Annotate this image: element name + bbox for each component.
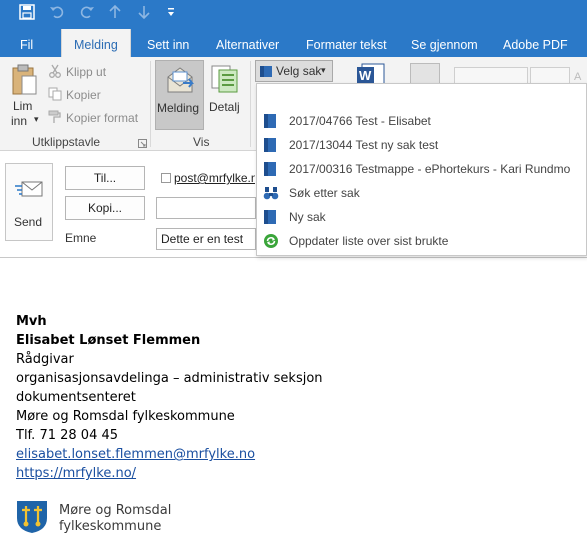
reading-pane-message-button[interactable]: Melding xyxy=(155,60,204,130)
format-painter-icon xyxy=(48,110,62,127)
chevron-down-icon: ▾ xyxy=(34,114,39,124)
signature-email-link[interactable]: elisabet.lonset.flemmen@mrfylke.no xyxy=(16,447,255,462)
group-label-clipboard: Utklippstavle xyxy=(32,135,101,149)
format-painter-label: Kopier format xyxy=(66,111,139,125)
menu-item-case-2017-13044[interactable]: 2017/13044 Test ny sak test xyxy=(257,133,586,157)
menu-item-label: Søk etter sak xyxy=(289,186,360,200)
velg-sak-menu: 2017/04766 Test - Elisabet 2017/13044 Te… xyxy=(256,83,587,256)
cc-field[interactable] xyxy=(156,197,256,219)
reading-pane-detail-button[interactable]: Detalj xyxy=(206,60,246,130)
copy-label: Kopier xyxy=(66,88,101,102)
folder-icon xyxy=(263,209,279,225)
envelope-open-icon xyxy=(165,65,195,98)
ribbon-tabs: Fil Melding Sett inn Alternativer Format… xyxy=(0,29,587,57)
paste-label: Lim xyxy=(13,99,33,113)
detail-view-icon xyxy=(210,64,240,97)
subject-label: Emne xyxy=(65,231,97,245)
customize-icon[interactable] xyxy=(161,4,181,24)
tab-options[interactable]: Alternativer xyxy=(216,29,279,57)
dialog-launcher-icon[interactable] xyxy=(138,137,147,151)
message-body[interactable]: Mvh Elisabet Lønset Flemmen Rådgivar org… xyxy=(0,257,587,533)
tab-format-text[interactable]: Formater tekst xyxy=(306,29,387,57)
tab-review[interactable]: Se gjennom xyxy=(411,29,478,57)
disabled-command-icon xyxy=(410,63,440,85)
to-button[interactable]: Til... xyxy=(65,166,145,190)
send-label: Send xyxy=(14,215,43,229)
subject-field[interactable]: Dette er en test xyxy=(156,228,256,250)
cut-button[interactable]: Klipp ut xyxy=(48,64,148,82)
paste-button[interactable]: Lim inn ▾ xyxy=(6,62,40,130)
logo-text-line-1: Møre og Romsdal xyxy=(59,503,172,518)
signature-greeting: Mvh xyxy=(16,314,47,329)
velg-sak-label: Velg sak xyxy=(276,64,322,78)
grow-font-icon[interactable]: A xyxy=(574,71,581,83)
copy-icon xyxy=(48,87,62,104)
reading-pane-detail-label: Detalj xyxy=(209,100,240,114)
refresh-icon xyxy=(263,233,279,249)
velg-sak-dropdown-button[interactable]: Velg sak ▾ xyxy=(255,60,333,82)
folder-icon xyxy=(263,137,279,153)
group-label-view: Vis xyxy=(193,135,210,149)
menu-item-label: 2017/13044 Test ny sak test xyxy=(289,138,439,152)
paste-label-2: inn xyxy=(11,114,28,128)
menu-item-label: 2017/04766 Test - Elisabet xyxy=(289,114,431,128)
menu-item-new-case[interactable]: Ny sak xyxy=(257,205,586,229)
signature-organization: Møre og Romsdal fylkeskommune xyxy=(16,409,235,424)
signature-title: Rådgivar xyxy=(16,352,74,367)
save-icon[interactable] xyxy=(17,4,37,24)
menu-item-label: 2017/00316 Testmappe - ePhortekurs - Kar… xyxy=(289,162,571,176)
folder-icon xyxy=(263,161,279,177)
signature-website-link[interactable]: https://mrfylke.no/ xyxy=(16,466,136,481)
menu-item-case-2017-04766[interactable]: 2017/04766 Test - Elisabet xyxy=(257,109,586,133)
group-separator xyxy=(250,61,251,147)
group-separator xyxy=(150,61,151,147)
clipboard-icon xyxy=(10,64,38,99)
scissors-icon xyxy=(48,64,62,81)
copy-button[interactable]: Kopier xyxy=(48,87,148,105)
chevron-down-icon: ▾ xyxy=(321,65,326,75)
to-recipient: post@mrfylke.no xyxy=(174,171,256,185)
reading-pane-message-label: Melding xyxy=(157,101,200,115)
tab-insert[interactable]: Sett inn xyxy=(147,29,189,57)
logo-text-line-2: fylkeskommune xyxy=(59,519,162,533)
tab-adobe-pdf[interactable]: Adobe PDF xyxy=(503,29,568,57)
svg-text:W: W xyxy=(359,68,372,83)
arrow-up-icon[interactable] xyxy=(105,4,125,24)
recipient-checkbox[interactable] xyxy=(161,173,171,183)
format-painter-button[interactable]: Kopier format xyxy=(48,110,148,128)
menu-item-search-case[interactable]: Søk etter sak xyxy=(257,181,586,205)
county-coat-of-arms-icon xyxy=(16,500,48,533)
send-icon xyxy=(14,174,44,203)
signature-department: organisasjonsavdelinga – administrativ s… xyxy=(16,371,323,386)
cc-button[interactable]: Kopi... xyxy=(65,196,145,220)
arrow-down-icon[interactable] xyxy=(134,4,154,24)
menu-item-case-2017-00316[interactable]: 2017/00316 Testmappe - ePhortekurs - Kar… xyxy=(257,157,586,181)
redo-icon[interactable] xyxy=(77,4,97,24)
folder-icon xyxy=(263,113,279,129)
signature-name: Elisabet Lønset Flemmen xyxy=(16,333,201,348)
cut-label: Klipp ut xyxy=(66,65,107,79)
undo-icon[interactable] xyxy=(47,4,67,24)
send-button[interactable]: Send xyxy=(5,163,53,241)
folder-icon xyxy=(259,64,273,81)
signature-unit: dokumentsenteret xyxy=(16,390,136,405)
menu-item-label: Oppdater liste over sist brukte xyxy=(289,234,449,248)
menu-item-refresh-recent[interactable]: Oppdater liste over sist brukte xyxy=(257,229,586,253)
binoculars-icon xyxy=(263,185,279,201)
tab-file[interactable]: Fil xyxy=(20,29,33,57)
menu-item-label: Ny sak xyxy=(289,210,326,224)
to-field[interactable]: post@mrfylke.no xyxy=(156,167,256,189)
signature-phone: Tlf. 71 28 04 45 xyxy=(16,428,119,443)
tab-message[interactable]: Melding xyxy=(61,29,131,57)
quick-access-toolbar xyxy=(0,0,587,29)
